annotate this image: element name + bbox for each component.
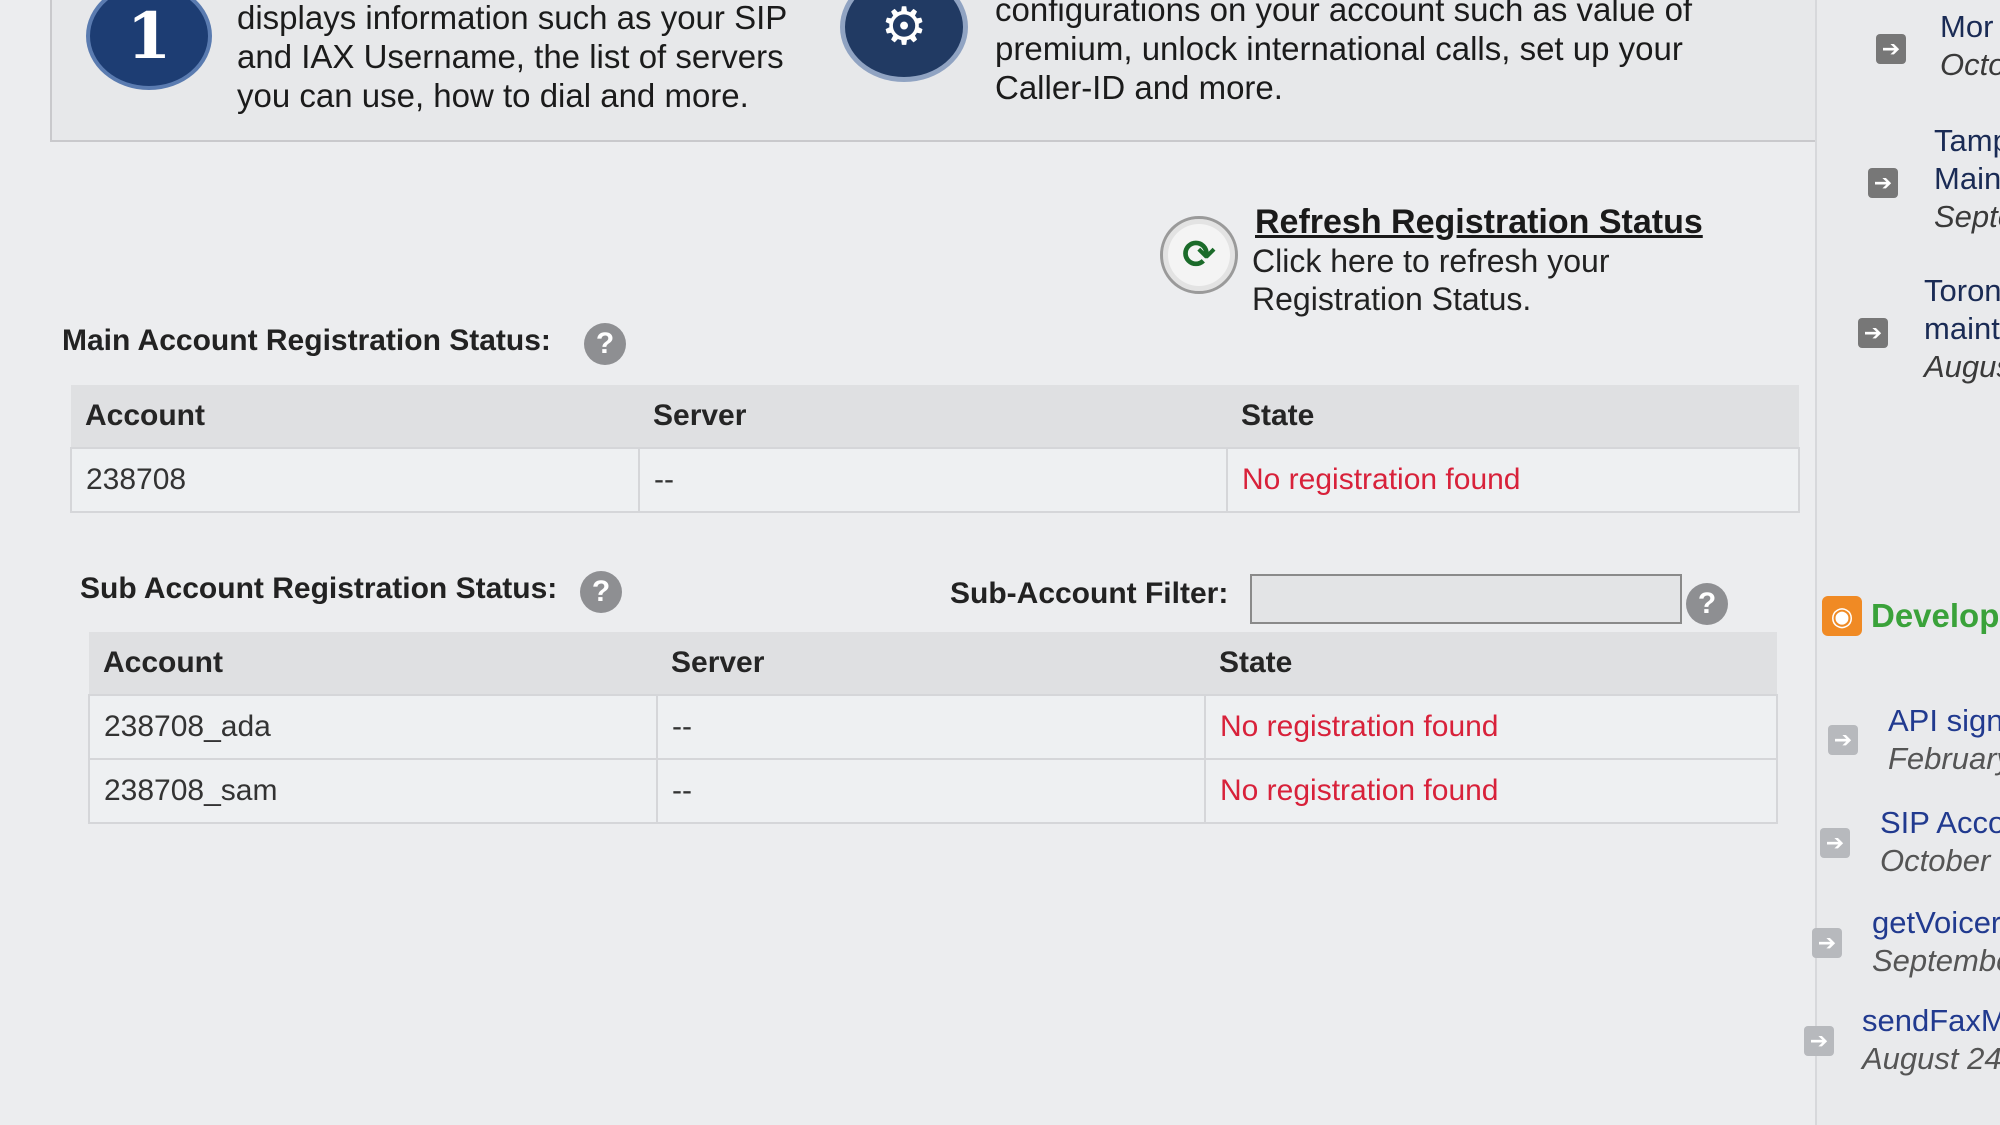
account-cell: 238708_ada	[88, 694, 658, 760]
refresh-icon[interactable]: ⟳	[1160, 216, 1238, 294]
table-row: 238708_ada -- No registration found	[88, 694, 1778, 760]
table-row: 238708_sam -- No registration found	[88, 758, 1778, 824]
refresh-desc-line: Click here to refresh your	[1252, 243, 1610, 279]
refresh-registration-link[interactable]: Refresh Registration Status	[1255, 203, 1703, 242]
sub-account-filter-label: Sub-Account Filter:	[950, 577, 1229, 610]
info-description-left: displays information such as your SIP an…	[237, 0, 787, 115]
refresh-description: Click here to refresh your Registration …	[1252, 242, 1609, 318]
state-cell: No registration found	[1204, 758, 1778, 824]
api-news-date: October :	[1880, 843, 2000, 878]
api-news-item[interactable]: sendFaxM August 24	[1862, 1002, 2000, 1078]
sub-account-filter-input[interactable]	[1250, 574, 1682, 624]
news-date: Septe	[1934, 199, 2000, 234]
column-account: Account	[89, 632, 657, 695]
arrow-right-icon[interactable]: ➔	[1812, 928, 1842, 958]
news-title[interactable]: Toron	[1924, 272, 2000, 310]
table-header-row: Account Server State	[89, 632, 1777, 695]
api-news-title[interactable]: API sign	[1888, 702, 2000, 740]
refresh-desc-line: Registration Status.	[1252, 281, 1532, 317]
news-date: Augus	[1924, 349, 2000, 384]
sub-status-label: Sub Account Registration Status:	[80, 572, 558, 605]
news-title[interactable]: maint	[1924, 310, 2000, 348]
developer-news-title[interactable]: Develop	[1871, 597, 1999, 635]
info-left-line: displays information such as your SIP	[237, 0, 788, 36]
info-right-line: premium, unlock international calls, set…	[995, 30, 1683, 67]
api-news-item[interactable]: getVoicer Septembe	[1872, 904, 2000, 980]
info-left-line: and IAX Username, the list of servers	[237, 38, 784, 75]
news-title[interactable]: Tamp	[1934, 122, 2000, 160]
column-state: State	[1205, 632, 1777, 695]
info-right-line: configurations on your account such as v…	[995, 0, 1693, 28]
info-left-line: you can use, how to dial and more.	[237, 77, 749, 114]
api-news-title[interactable]: sendFaxM	[1862, 1002, 2000, 1040]
api-news-date: August 24	[1862, 1041, 2000, 1076]
column-state: State	[1227, 385, 1799, 448]
api-news-date: Septembe	[1872, 943, 2000, 978]
main-status-label: Main Account Registration Status:	[62, 324, 551, 357]
server-cell: --	[656, 758, 1206, 824]
state-cell: No registration found	[1204, 694, 1778, 760]
info-right-line: Caller-ID and more.	[995, 69, 1283, 106]
page: 1 displays information such as your SIP …	[0, 0, 2000, 1125]
filter-help-icon[interactable]: ?	[1686, 583, 1728, 625]
main-status-help-icon[interactable]: ?	[584, 323, 626, 365]
api-news-date: February	[1888, 741, 2000, 776]
main-status-table: Account Server State 238708 -- No regist…	[70, 385, 1800, 513]
state-cell: No registration found	[1226, 447, 1800, 513]
table-header-row: Account Server State	[71, 385, 1799, 448]
column-server: Server	[639, 385, 1227, 448]
arrow-right-icon[interactable]: ➔	[1820, 828, 1850, 858]
news-item[interactable]: Tamp Main Septe	[1934, 122, 2000, 236]
account-cell: 238708_sam	[88, 758, 658, 824]
news-item[interactable]: Mor Octo	[1940, 8, 2000, 84]
api-news-item[interactable]: SIP Acco October :	[1880, 804, 2000, 880]
server-cell: --	[656, 694, 1206, 760]
news-item[interactable]: Toron maint Augus	[1924, 272, 2000, 386]
api-news-item[interactable]: API sign February	[1888, 702, 2000, 778]
account-cell: 238708	[70, 447, 640, 513]
info-description-right: configurations on your account such as v…	[995, 0, 1692, 107]
sub-status-table: Account Server State 238708_ada -- No re…	[88, 632, 1778, 824]
column-server: Server	[657, 632, 1205, 695]
arrow-right-icon[interactable]: ➔	[1876, 34, 1906, 64]
arrow-right-icon[interactable]: ➔	[1828, 725, 1858, 755]
column-account: Account	[71, 385, 639, 448]
arrow-right-icon[interactable]: ➔	[1868, 168, 1898, 198]
api-news-title[interactable]: SIP Acco	[1880, 804, 2000, 842]
news-title[interactable]: Main	[1934, 160, 2000, 198]
table-row: 238708 -- No registration found	[70, 447, 1800, 513]
arrow-right-icon[interactable]: ➔	[1858, 318, 1888, 348]
api-news-title[interactable]: getVoicer	[1872, 904, 2000, 942]
sub-status-help-icon[interactable]: ?	[580, 571, 622, 613]
news-date: Octo	[1940, 47, 2000, 82]
news-title[interactable]: Mor	[1940, 8, 2000, 46]
arrow-right-icon[interactable]: ➔	[1804, 1026, 1834, 1056]
rss-icon[interactable]: ◉	[1822, 596, 1862, 636]
server-cell: --	[638, 447, 1228, 513]
